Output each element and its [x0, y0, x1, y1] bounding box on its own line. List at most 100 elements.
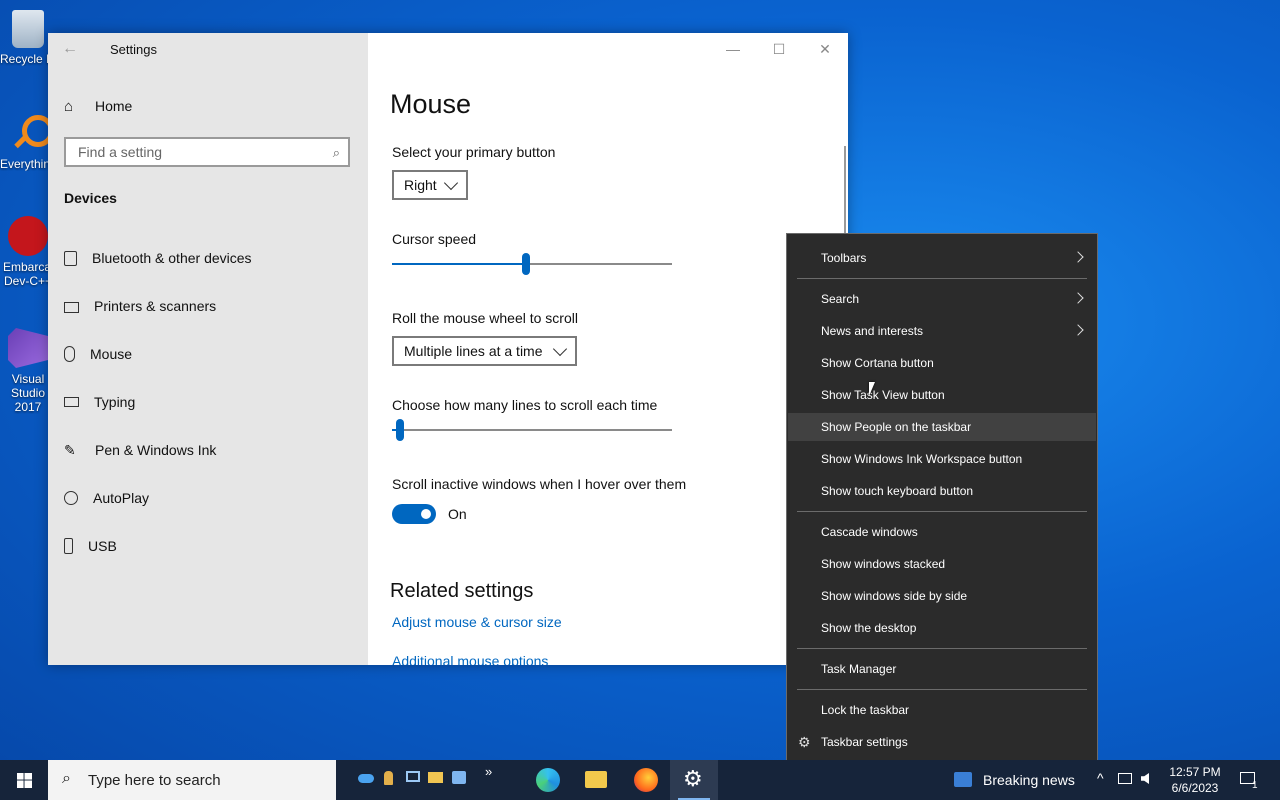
menu-item-stacked[interactable]: Show windows stacked: [788, 550, 1096, 578]
quick-launch-computer-icon[interactable]: [406, 771, 420, 782]
devcpp-icon: [8, 216, 48, 256]
desktop-icon-label: Visual Studio 2017: [10, 372, 46, 414]
menu-item-task-view[interactable]: Show Task View button: [788, 381, 1096, 409]
cursor-speed-slider[interactable]: [392, 252, 672, 276]
menu-separator: [797, 511, 1087, 512]
menu-item-label: Show People on the taskbar: [821, 420, 972, 434]
volume-muted-icon[interactable]: [1141, 773, 1149, 784]
nav-item-label: Typing: [94, 394, 136, 410]
chevron-down-icon: [443, 175, 459, 191]
menu-item-search[interactable]: Search: [788, 285, 1096, 313]
menu-item-show-desktop[interactable]: Show the desktop: [788, 614, 1096, 642]
chevron-down-icon: [552, 341, 568, 357]
recycle-bin-icon: [12, 10, 44, 48]
gear-icon: ⚙: [798, 734, 811, 750]
nav-item-usb[interactable]: USB: [64, 534, 117, 558]
menu-separator: [797, 648, 1087, 649]
menu-item-toolbars[interactable]: Toolbars: [788, 244, 1096, 272]
primary-button-value: Right: [404, 177, 437, 193]
menu-item-people[interactable]: Show People on the taskbar: [788, 413, 1096, 441]
settings-content: Mouse Select your primary button Right C…: [368, 33, 848, 665]
home-icon: ⌂: [64, 97, 74, 115]
nav-item-typing[interactable]: Typing: [64, 390, 135, 414]
menu-item-label: Taskbar settings: [821, 735, 908, 749]
chevron-right-icon: [1072, 324, 1084, 336]
inactive-scroll-toggle[interactable]: [392, 504, 436, 524]
nav-item-label: Mouse: [90, 346, 133, 362]
find-setting-input[interactable]: [76, 143, 320, 161]
menu-item-touch-keyboard[interactable]: Show touch keyboard button: [788, 477, 1096, 505]
taskbar-context-menu: Toolbars Search News and interests Show …: [786, 233, 1098, 766]
quick-launch-onedrive-icon[interactable]: [358, 774, 374, 783]
folder-icon: [585, 771, 607, 788]
nav-item-autoplay[interactable]: AutoPlay: [64, 486, 149, 510]
section-heading: Devices: [64, 190, 117, 206]
search-icon: ⌕: [332, 145, 340, 160]
action-center-button[interactable]: 1: [1232, 760, 1280, 800]
taskbar-file-explorer[interactable]: [572, 760, 620, 800]
windows-logo-icon: [17, 773, 32, 788]
menu-item-news[interactable]: News and interests: [788, 317, 1096, 345]
adjust-mouse-size-link[interactable]: Adjust mouse & cursor size: [392, 614, 562, 630]
quick-launch-folder-icon[interactable]: [428, 772, 443, 783]
menu-item-label: Cascade windows: [821, 525, 918, 539]
taskbar: ⌕ Type here to search » ⚙ Breaking news …: [0, 760, 1280, 800]
find-setting-search[interactable]: ⌕: [64, 137, 350, 167]
inactive-scroll-label: Scroll inactive windows when I hover ove…: [392, 476, 687, 492]
menu-item-cortana[interactable]: Show Cortana button: [788, 349, 1096, 377]
printer-icon: [64, 301, 79, 313]
taskbar-settings[interactable]: ⚙: [670, 760, 718, 800]
chevron-up-icon[interactable]: ^: [1097, 770, 1104, 786]
back-arrow-icon[interactable]: ←: [62, 40, 82, 58]
nav-item-pen[interactable]: ✎ Pen & Windows Ink: [64, 438, 216, 462]
menu-item-side-by-side[interactable]: Show windows side by side: [788, 582, 1096, 610]
menu-item-task-manager[interactable]: Task Manager: [788, 655, 1096, 683]
slider-fill: [392, 263, 527, 265]
menu-item-label: Search: [821, 292, 860, 306]
menu-item-label: Show Task View button: [821, 388, 945, 402]
nav-item-bluetooth[interactable]: Bluetooth & other devices: [64, 246, 252, 270]
nav-item-mouse[interactable]: Mouse: [64, 342, 132, 366]
menu-item-lock-taskbar[interactable]: Lock the taskbar: [788, 696, 1096, 724]
taskbar-firefox[interactable]: [622, 760, 670, 800]
quick-launch-overflow[interactable]: »: [485, 764, 492, 779]
menu-separator: [797, 278, 1087, 279]
pen-icon: ✎: [64, 442, 76, 458]
news-widget[interactable]: Breaking news: [944, 760, 1084, 800]
desktop-icon-label: Embarcadero Dev-C++: [3, 260, 53, 288]
lines-slider[interactable]: [392, 418, 672, 442]
news-icon: [954, 772, 972, 787]
scroll-mode-dropdown[interactable]: Multiple lines at a time: [392, 336, 577, 366]
slider-thumb[interactable]: [396, 419, 405, 441]
system-clock[interactable]: 12:57 PM 6/6/2023: [1160, 764, 1230, 796]
quick-launch-user-icon[interactable]: [384, 771, 393, 785]
menu-item-label: News and interests: [821, 324, 924, 338]
chevron-right-icon: [1072, 292, 1084, 304]
nav-item-label: AutoPlay: [93, 490, 150, 506]
slider-thumb[interactable]: [522, 253, 531, 275]
edge-icon: [536, 768, 560, 792]
home-nav[interactable]: ⌂ Home: [64, 95, 132, 117]
primary-button-dropdown[interactable]: Right: [392, 170, 468, 200]
network-icon[interactable]: [1118, 773, 1132, 784]
lines-label: Choose how many lines to scroll each tim…: [392, 397, 658, 413]
nav-item-printers[interactable]: Printers & scanners: [64, 294, 216, 318]
taskbar-search-box[interactable]: ⌕ Type here to search: [48, 760, 336, 800]
news-text: Breaking news: [983, 772, 1075, 788]
start-button[interactable]: [0, 760, 48, 800]
taskbar-search-placeholder: Type here to search: [88, 772, 221, 789]
menu-item-taskbar-settings[interactable]: ⚙ Taskbar settings: [788, 728, 1096, 756]
settings-window: ⌂ Home ⌕ Devices Bluetooth & other devic…: [48, 33, 848, 665]
menu-item-ink-workspace[interactable]: Show Windows Ink Workspace button: [788, 445, 1096, 473]
nav-item-label: Printers & scanners: [94, 298, 217, 314]
bluetooth-devices-icon: [64, 250, 77, 266]
taskbar-edge[interactable]: [524, 760, 572, 800]
gear-icon: ⚙: [683, 766, 703, 791]
menu-item-label: Show the desktop: [821, 621, 917, 635]
window-title: Settings: [110, 42, 157, 57]
quick-launch-network-icon[interactable]: [452, 771, 466, 784]
additional-mouse-options-link[interactable]: Additional mouse options: [392, 653, 548, 665]
menu-separator: [797, 689, 1087, 690]
menu-item-cascade[interactable]: Cascade windows: [788, 518, 1096, 546]
scroll-mode-value: Multiple lines at a time: [404, 343, 543, 359]
